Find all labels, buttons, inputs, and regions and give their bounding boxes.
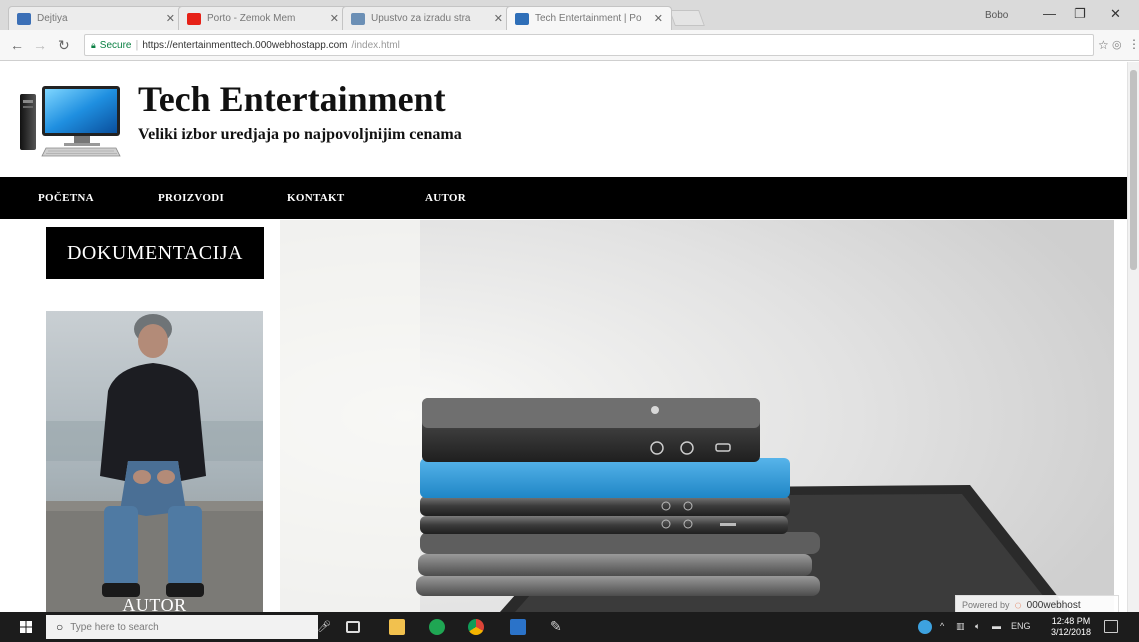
search-placeholder: Type here to search bbox=[70, 621, 159, 633]
site-subtitle: Veliki izbor uredjaja po najpovoljnijim … bbox=[138, 126, 462, 143]
microphone-icon[interactable]: 🎤︎ bbox=[317, 620, 331, 633]
tab-title: Tech Entertainment | Po bbox=[535, 13, 642, 24]
nav-item-kontakt[interactable]: KONTAKT bbox=[287, 192, 345, 204]
main-navigation: POČETNA PROIZVODI KONTAKT AUTOR bbox=[0, 177, 1127, 219]
nav-item-proizvodi[interactable]: PROIZVODI bbox=[158, 192, 224, 204]
windows-taskbar: ○ Type here to search 🎤︎ ✎ ^ ▥ 🔈︎ ▬ ENG … bbox=[0, 612, 1139, 642]
browser-tab-3[interactable]: Upustvo za izradu stra ✕ bbox=[342, 6, 512, 30]
back-arrow-icon[interactable]: ← bbox=[10, 37, 24, 53]
search-circle-icon: ○ bbox=[56, 620, 64, 634]
browser-menu-icon[interactable]: ⋮ bbox=[1128, 37, 1139, 51]
host-brand-name: 000webhost bbox=[1026, 599, 1081, 611]
tab-favicon-icon bbox=[17, 12, 31, 25]
url-path: /index.html bbox=[351, 39, 400, 51]
browser-tab-4-active[interactable]: Tech Entertainment | Po ✕ bbox=[506, 6, 672, 30]
tab-favicon-icon bbox=[351, 12, 365, 25]
volume-icon[interactable]: 🔈︎ bbox=[975, 621, 980, 632]
action-center-icon[interactable] bbox=[1104, 620, 1118, 633]
powered-by-badge[interactable]: Powered by ◌ 000webhost bbox=[955, 595, 1119, 612]
author-photo-image bbox=[46, 311, 263, 612]
tray-overflow-icon[interactable]: ^ bbox=[940, 621, 944, 631]
tab-title: Dejtiya bbox=[37, 13, 68, 24]
tab-close-icon[interactable]: ✕ bbox=[330, 12, 339, 25]
documentation-button[interactable]: DOKUMENTACIJA bbox=[46, 227, 264, 279]
taskbar-clock[interactable]: 12:48 PM 3/12/2018 bbox=[1051, 616, 1091, 638]
new-tab-button[interactable] bbox=[669, 10, 705, 26]
clock-time: 12:48 PM bbox=[1051, 616, 1091, 626]
nav-item-pocetna[interactable]: POČETNA bbox=[38, 192, 94, 204]
url-separator: | bbox=[135, 39, 139, 51]
task-view-icon[interactable] bbox=[346, 621, 360, 633]
secure-label: Secure bbox=[99, 39, 132, 51]
extension-icon[interactable]: ◎ bbox=[1112, 38, 1122, 51]
language-indicator[interactable]: ENG bbox=[1011, 621, 1031, 631]
author-label: AUTOR bbox=[122, 595, 187, 612]
web-page: Tech Entertainment Veliki izbor uredjaja… bbox=[0, 62, 1127, 612]
host-logo-icon: ◌ bbox=[1014, 598, 1022, 612]
minimize-icon[interactable]: — bbox=[1043, 6, 1056, 21]
message-tray-icon[interactable]: ▬ bbox=[992, 621, 1001, 631]
tab-close-icon[interactable]: ✕ bbox=[494, 12, 503, 25]
computer-logo-icon bbox=[20, 86, 121, 157]
tab-title: Porto - Zemok Mem bbox=[207, 13, 296, 24]
app-icon-green[interactable] bbox=[429, 619, 445, 635]
browser-toolbar: ← → ↻ 🔒︎ Secure | https://entertainmentt… bbox=[0, 30, 1139, 61]
maximize-icon[interactable]: ❐ bbox=[1074, 6, 1086, 22]
taskbar-search-box[interactable]: ○ Type here to search bbox=[46, 615, 318, 639]
bookmark-star-icon[interactable]: ☆ bbox=[1098, 38, 1109, 52]
browser-tab-1[interactable]: Dejtiya ✕ bbox=[8, 6, 184, 30]
reload-icon[interactable]: ↻ bbox=[58, 37, 70, 54]
nav-item-autor[interactable]: AUTOR bbox=[425, 192, 466, 204]
network-icon[interactable]: ▥ bbox=[956, 621, 965, 632]
site-favicon-icon bbox=[515, 12, 529, 25]
lock-icon: 🔒︎ bbox=[91, 39, 96, 50]
app-icon-blue[interactable] bbox=[510, 619, 526, 635]
page-scrollbar[interactable] bbox=[1127, 62, 1139, 612]
hero-phones-image bbox=[280, 220, 1114, 612]
powered-by-text: Powered by bbox=[962, 600, 1010, 610]
window-close-icon[interactable]: ✕ bbox=[1110, 6, 1121, 22]
forward-arrow-icon[interactable]: → bbox=[33, 37, 47, 53]
site-title: Tech Entertainment bbox=[138, 79, 446, 119]
address-bar[interactable]: 🔒︎ Secure | https://entertainmenttech.00… bbox=[84, 34, 1094, 56]
browser-tab-2[interactable]: Porto - Zemok Mem ✕ bbox=[178, 6, 348, 30]
browser-tab-strip: Dejtiya ✕ Porto - Zemok Mem ✕ Upustvo za… bbox=[0, 0, 1139, 30]
clock-date: 3/12/2018 bbox=[1051, 627, 1092, 637]
tab-close-icon[interactable]: ✕ bbox=[166, 12, 175, 25]
tab-title: Upustvo za izradu stra bbox=[371, 13, 471, 24]
author-photo-card[interactable]: AUTOR bbox=[46, 311, 263, 612]
windows-start-icon[interactable] bbox=[20, 621, 32, 633]
file-explorer-icon[interactable] bbox=[389, 619, 405, 635]
people-tray-icon[interactable] bbox=[918, 620, 932, 634]
youtube-favicon-icon bbox=[187, 12, 201, 25]
chrome-icon[interactable] bbox=[468, 619, 484, 635]
brush-app-icon[interactable]: ✎ bbox=[550, 618, 566, 634]
url-host: https://entertainmenttech.000webhostapp.… bbox=[142, 39, 348, 51]
profile-name[interactable]: Bobo bbox=[985, 10, 1008, 21]
scrollbar-thumb[interactable] bbox=[1130, 70, 1137, 270]
tab-close-icon[interactable]: ✕ bbox=[654, 12, 663, 25]
